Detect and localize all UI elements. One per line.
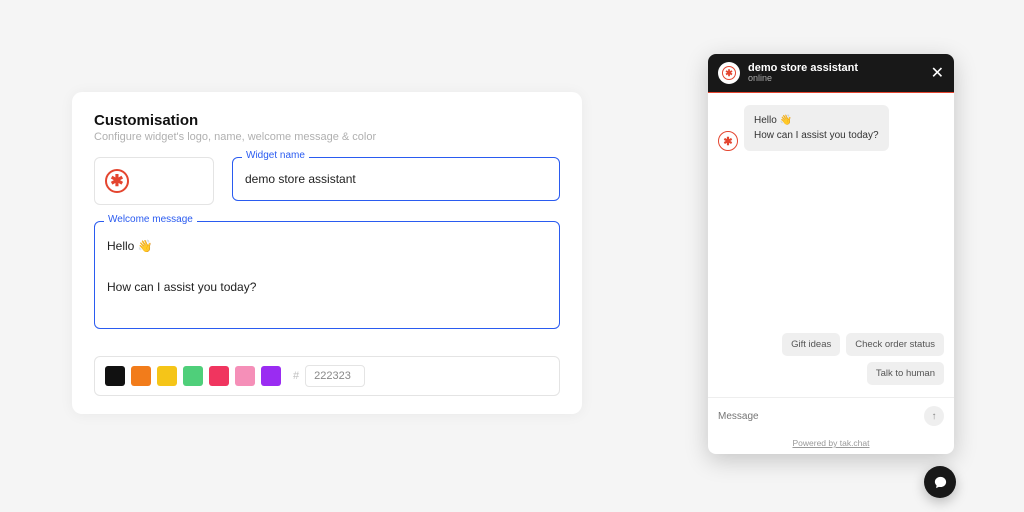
asterisk-icon: ✱ bbox=[105, 169, 129, 193]
color-swatch[interactable] bbox=[105, 366, 125, 386]
color-swatch[interactable] bbox=[131, 366, 151, 386]
color-swatch[interactable] bbox=[183, 366, 203, 386]
color-swatch[interactable] bbox=[235, 366, 255, 386]
widget-name-input[interactable] bbox=[232, 157, 560, 201]
chat-preview: ✱ demo store assistant online ✕ ✱ Hello … bbox=[708, 54, 954, 454]
hex-input[interactable] bbox=[305, 365, 365, 387]
quick-reply-chip[interactable]: Talk to human bbox=[867, 362, 944, 385]
send-button[interactable]: ↑ bbox=[924, 406, 944, 426]
message-bubble: Hello 👋 How can I assist you today? bbox=[744, 105, 889, 151]
color-swatch[interactable] bbox=[157, 366, 177, 386]
card-title: Customisation bbox=[94, 112, 560, 129]
chat-avatar: ✱ bbox=[718, 62, 740, 84]
hash-label: # bbox=[293, 370, 299, 382]
chat-status: online bbox=[748, 74, 923, 84]
chat-body: ✱ Hello 👋 How can I assist you today? Gi… bbox=[708, 93, 954, 397]
welcome-label: Welcome message bbox=[104, 214, 197, 225]
logo-upload[interactable]: ✱ bbox=[94, 157, 214, 205]
chat-launcher-button[interactable] bbox=[924, 466, 956, 498]
asterisk-icon: ✱ bbox=[718, 131, 738, 151]
welcome-field: Welcome message bbox=[94, 221, 560, 334]
welcome-textarea[interactable] bbox=[94, 221, 560, 329]
close-icon[interactable]: ✕ bbox=[931, 63, 944, 83]
powered-by-link[interactable]: Powered by tak.chat bbox=[708, 434, 954, 454]
quick-replies: Gift ideas Check order status Talk to huma… bbox=[718, 333, 944, 385]
card-subtitle: Configure widget's logo, name, welcome m… bbox=[94, 131, 560, 143]
quick-reply-chip[interactable]: Check order status bbox=[846, 333, 944, 356]
chat-title: demo store assistant bbox=[748, 62, 923, 74]
color-swatch[interactable] bbox=[209, 366, 229, 386]
color-picker: # bbox=[94, 356, 560, 396]
widget-name-label: Widget name bbox=[242, 150, 309, 161]
color-swatch[interactable] bbox=[261, 366, 281, 386]
quick-reply-chip[interactable]: Gift ideas bbox=[782, 333, 840, 356]
message-row: ✱ Hello 👋 How can I assist you today? bbox=[718, 105, 944, 151]
chat-input-bar: ↑ bbox=[708, 397, 954, 434]
message-input[interactable] bbox=[718, 411, 916, 422]
chat-bubble-icon bbox=[933, 475, 948, 490]
chat-header: ✱ demo store assistant online ✕ bbox=[708, 54, 954, 93]
widget-name-field: Widget name bbox=[232, 157, 560, 201]
customisation-card: Customisation Configure widget's logo, n… bbox=[72, 92, 582, 414]
